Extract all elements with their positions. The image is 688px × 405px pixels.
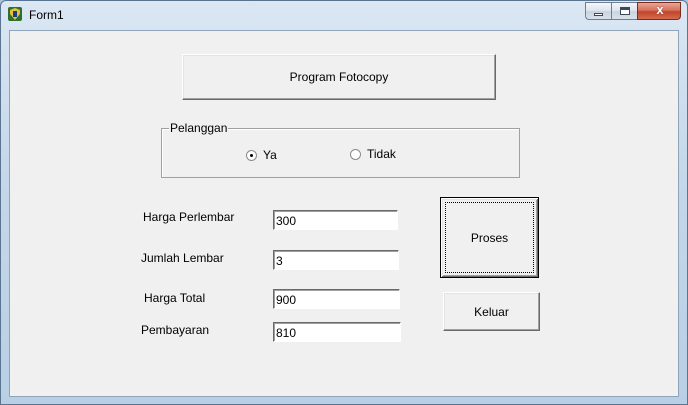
harga-total-label: Harga Total bbox=[144, 291, 206, 305]
window-frame: Form1 x Program Fotocopy Pelanggan Ya Ti… bbox=[0, 0, 688, 405]
pelanggan-group-label: Pelanggan bbox=[169, 121, 229, 135]
title-bar[interactable]: Form1 x bbox=[1, 1, 687, 29]
minimize-button[interactable] bbox=[585, 2, 611, 20]
close-icon: x bbox=[656, 2, 664, 17]
pelanggan-groupbox: Pelanggan Ya Tidak bbox=[161, 121, 520, 178]
pembayaran-label: Pembayaran bbox=[141, 323, 210, 337]
focus-rectangle bbox=[445, 202, 534, 273]
pembayaran-input[interactable]: 810 bbox=[273, 322, 401, 342]
proses-button[interactable]: Proses bbox=[440, 197, 539, 278]
keluar-button[interactable]: Keluar bbox=[443, 292, 540, 331]
radio-ya[interactable]: Ya bbox=[246, 148, 277, 162]
program-fotocopy-button[interactable]: Program Fotocopy bbox=[182, 54, 496, 100]
app-icon bbox=[8, 7, 22, 21]
radio-ya-indicator[interactable] bbox=[246, 149, 257, 161]
jumlah-lembar-label: Jumlah Lembar bbox=[141, 251, 224, 265]
harga-total-input[interactable]: 900 bbox=[273, 289, 400, 309]
minimize-icon bbox=[594, 13, 603, 16]
radio-ya-label: Ya bbox=[263, 148, 277, 162]
program-fotocopy-label: Program Fotocopy bbox=[289, 70, 389, 84]
keluar-label: Keluar bbox=[474, 304, 509, 319]
window-title: Form1 bbox=[29, 8, 64, 22]
caption-buttons: x bbox=[585, 2, 681, 21]
harga-perlembar-label: Harga Perlembar bbox=[143, 210, 235, 224]
harga-perlembar-input[interactable]: 300 bbox=[273, 210, 398, 230]
close-button[interactable]: x bbox=[637, 2, 681, 20]
form-client-area: Program Fotocopy Pelanggan Ya Tidak Harg… bbox=[9, 30, 679, 397]
jumlah-lembar-input[interactable]: 3 bbox=[273, 250, 399, 270]
maximize-button[interactable] bbox=[611, 2, 637, 20]
radio-tidak-indicator[interactable] bbox=[350, 148, 361, 160]
radio-tidak[interactable]: Tidak bbox=[350, 147, 396, 161]
radio-tidak-label: Tidak bbox=[367, 147, 396, 161]
maximize-icon bbox=[620, 7, 630, 15]
